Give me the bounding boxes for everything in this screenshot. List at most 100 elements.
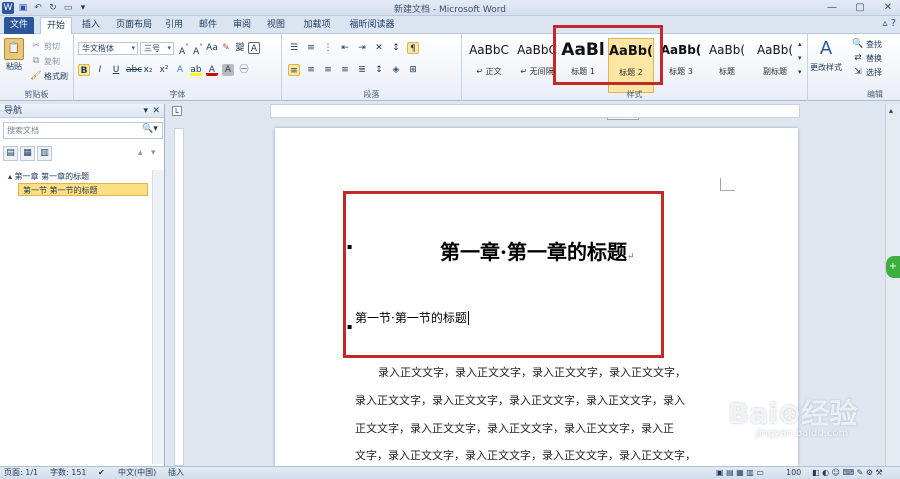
navigation-header: 导航 ▾ ✕ [0, 104, 164, 118]
enclose-char-icon[interactable]: ㊀ [238, 64, 250, 76]
underline-icon[interactable]: U [110, 64, 122, 76]
nav-menu-icon[interactable]: ▾ [143, 104, 148, 118]
format-painter-button[interactable]: 🖌 格式刷 [30, 70, 68, 82]
borders-icon[interactable]: ⊞ [407, 64, 419, 76]
shrink-font-icon[interactable]: A˅ [192, 42, 204, 57]
char-border-icon[interactable]: A [248, 42, 260, 54]
style-sample: AaBb( [708, 43, 746, 57]
char-shading-icon[interactable]: A [222, 64, 234, 76]
body-line[interactable]: 录入正文文字，录入正文文字，录入正文文字，录入正文文字， [378, 364, 686, 380]
phonetic-guide-icon[interactable]: 變 [234, 42, 246, 54]
scroll-up-icon[interactable]: ▴ [889, 106, 893, 115]
numbering-icon[interactable]: ≡ [305, 42, 317, 54]
grow-font-icon[interactable]: A˄ [178, 42, 190, 57]
shading-icon[interactable]: ◈ [390, 64, 402, 76]
line-spacing-icon[interactable]: ↕ [373, 64, 385, 76]
font-size-combo[interactable]: 三号 [140, 42, 174, 55]
subscript-icon[interactable]: x₂ [142, 64, 154, 76]
align-right-icon[interactable]: ≡ [322, 64, 334, 76]
horizontal-ruler[interactable] [270, 104, 800, 118]
bullets-icon[interactable]: ☰ [288, 42, 300, 54]
clear-format-icon[interactable]: ✎ [220, 42, 232, 54]
multilevel-list-icon[interactable]: ⋮ [322, 42, 334, 54]
nav-next-icon[interactable]: ▾ [151, 148, 156, 158]
nav-prev-icon[interactable]: ▴ [138, 148, 143, 158]
styles-scroll-down-icon[interactable]: ▾ [798, 54, 802, 62]
close-icon[interactable]: ✕ [878, 1, 898, 14]
status-zoom[interactable]: 100 [786, 467, 801, 479]
help-icon[interactable]: ? [891, 18, 896, 29]
status-language[interactable]: 中文(中国) [118, 467, 156, 479]
show-marks-icon[interactable]: ¶ [407, 42, 419, 54]
view-mode-icons[interactable]: ▣ ▤ ▦ ▥ ▭ [716, 467, 764, 479]
replace-button[interactable]: ⇄ 替换 [852, 52, 882, 64]
justify-icon[interactable]: ≡ [339, 64, 351, 76]
clipboard-group: 📋 粘贴 ✂ 剪切 ⧉ 复制 🖌 格式刷 剪贴板 [0, 34, 74, 101]
increase-indent-icon[interactable]: ⇥ [356, 42, 368, 54]
change-styles-button[interactable]: A 更改样式 [810, 38, 842, 73]
italic-icon[interactable]: I [94, 64, 106, 76]
browse-pages-icon[interactable]: ▦ [20, 146, 35, 161]
sort-icon[interactable]: ↕ [390, 42, 402, 54]
tab-view[interactable]: 视图 [262, 17, 290, 34]
minimize-ribbon-icon[interactable]: ▵ [882, 18, 887, 29]
body-line[interactable]: 正文文字，录入正文文字，录入正文文字，录入正文文字，录入正 [355, 420, 674, 436]
distributed-icon[interactable]: ≣ [356, 64, 368, 76]
copy-button[interactable]: ⧉ 复制 [30, 55, 60, 67]
tab-mailings[interactable]: 邮件 [194, 17, 222, 34]
tab-file[interactable]: 文件 [4, 17, 34, 34]
align-left-icon[interactable]: ≡ [288, 64, 300, 76]
paste-button[interactable]: 📋 粘贴 [4, 38, 24, 72]
tab-home[interactable]: 开始 [40, 17, 72, 34]
tab-references[interactable]: 引用 [160, 17, 188, 34]
browse-headings-icon[interactable]: ▤ [3, 146, 18, 161]
style-heading-3[interactable]: AaBb(标题 3 [658, 38, 704, 93]
browse-results-icon[interactable]: ▥ [37, 146, 52, 161]
minimize-icon[interactable]: — [822, 1, 842, 14]
nav-heading-1[interactable]: ▴ 第一章 第一章的标题 [8, 170, 89, 183]
text-effects-icon[interactable]: A [174, 64, 186, 76]
heading-1-text: 第一章·第一章的标题 [440, 240, 627, 264]
body-line[interactable]: 录入正文文字，录入正文文字，录入正文文字，录入正文文字，录入 [355, 392, 685, 408]
style-subtitle[interactable]: AaBb(副标题 [752, 38, 798, 93]
nav-search-input[interactable]: 搜索文档 [3, 122, 163, 139]
strikethrough-icon[interactable]: abc [126, 64, 142, 76]
style-normal[interactable]: AaBbC ↵ 正文 [466, 38, 512, 93]
font-name-combo[interactable]: 华文楷体 [78, 42, 138, 55]
nav-heading-2[interactable]: 第一节 第一节的标题 [18, 183, 148, 196]
tab-page-layout[interactable]: 页面布局 [112, 17, 156, 34]
vertical-ruler[interactable] [174, 128, 184, 466]
status-page[interactable]: 页面: 1/1 [4, 467, 38, 479]
nav-search-icon[interactable]: 🔍▾ [142, 124, 158, 134]
select-button[interactable]: ⇲ 选择 [852, 66, 882, 78]
side-plugin-icon[interactable]: + [886, 256, 900, 278]
status-word-count[interactable]: 字数: 151 [50, 467, 87, 479]
ruler-toggle-icon[interactable]: L [172, 106, 182, 116]
cut-button[interactable]: ✂ 剪切 [30, 40, 60, 52]
chinese-layout-icon[interactable]: ✕ [373, 42, 385, 54]
find-button[interactable]: 🔍 查找 [852, 38, 882, 50]
nav-scrollbar[interactable] [152, 170, 164, 464]
change-case-icon[interactable]: Aa [206, 42, 218, 54]
bold-icon[interactable]: B [78, 64, 90, 76]
style-title[interactable]: AaBb(标题 [704, 38, 750, 93]
maximize-icon[interactable]: ▢ [850, 1, 870, 14]
superscript-icon[interactable]: x² [158, 64, 170, 76]
document-scrollbar[interactable]: ▴ [885, 104, 900, 466]
decrease-indent-icon[interactable]: ⇤ [339, 42, 351, 54]
font-color-icon[interactable]: A [206, 64, 218, 76]
highlight-icon[interactable]: ab [190, 64, 202, 76]
status-mode[interactable]: 插入 [168, 467, 184, 479]
styles-more-icon[interactable]: ▾ [798, 68, 802, 76]
styles-scroll-up-icon[interactable]: ▴ [798, 40, 802, 48]
tab-foxit-reader[interactable]: 福昕阅读器 [342, 17, 402, 34]
nav-close-icon[interactable]: ✕ [152, 104, 160, 118]
document-heading-2[interactable]: 第一节·第一节的标题 [355, 309, 469, 326]
body-line[interactable]: 文字，录入正文文字，录入正文文字，录入正文文字，录入正文文字， [355, 447, 696, 463]
align-center-icon[interactable]: ≡ [305, 64, 317, 76]
document-heading-1[interactable]: 第一章·第一章的标题↵ [440, 236, 635, 265]
spellcheck-icon[interactable]: ✔ [98, 467, 105, 479]
tab-addins[interactable]: 加载项 [297, 17, 337, 34]
tab-insert[interactable]: 插入 [76, 17, 106, 34]
tab-review[interactable]: 审阅 [228, 17, 256, 34]
